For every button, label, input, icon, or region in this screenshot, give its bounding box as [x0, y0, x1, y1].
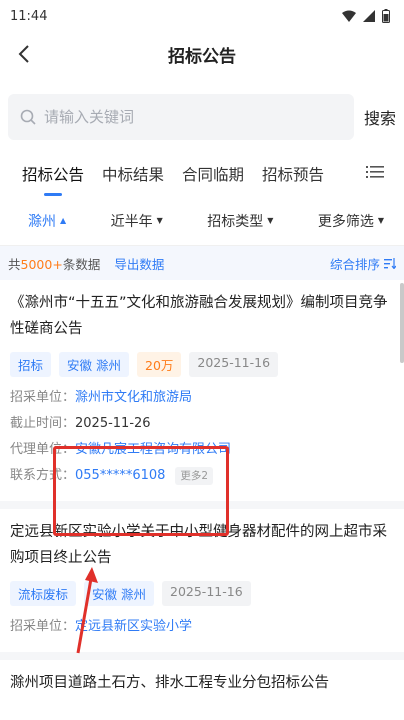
tab-tender-preview[interactable]: 招标预告 — [262, 152, 324, 196]
type-tag: 流标废标 — [10, 581, 77, 606]
tab-menu-button[interactable] — [366, 164, 384, 184]
tag-row: 流标废标 安徽 滁州 2025-11-16 — [10, 581, 396, 606]
budget-tag: 20万 — [137, 352, 182, 377]
search-box[interactable] — [8, 94, 354, 140]
date-tag: 2025-11-16 — [162, 581, 251, 606]
deadline-row: 截止时间： 2025-11-26 — [10, 416, 151, 431]
card-title: 定远县新区实验小学关于中小型健身器材配件的网上超市采购项目终止公告 — [10, 524, 387, 566]
status-time: 11:44 — [10, 8, 48, 24]
search-input[interactable] — [44, 108, 304, 126]
filter-bar: 滁州 ▲ 近半年 ▼ 招标类型 ▼ 更多筛选 ▼ — [0, 196, 404, 246]
filter-type[interactable]: 招标类型 ▼ — [207, 211, 273, 231]
export-data-button[interactable]: 导出数据 — [114, 254, 164, 273]
search-row: 搜索 — [0, 94, 404, 140]
search-button[interactable]: 搜索 — [364, 105, 396, 129]
card-title: 《滁州市“十五五”文化和旅游融合发展规划》编制项目竞争性磋商公告 — [10, 295, 388, 337]
status-bar: 11:44 — [0, 0, 404, 32]
battery-icon — [382, 9, 390, 23]
filter-more-label: 更多筛选 — [317, 213, 374, 230]
wifi-icon — [342, 10, 356, 22]
chevron-left-icon — [18, 45, 29, 63]
summary-bar: 共5000+条数据 导出数据 综合排序 — [0, 246, 404, 280]
purchaser-link[interactable]: 滁州市文化和旅游局 — [75, 385, 192, 411]
caret-down-icon: ▼ — [267, 215, 274, 225]
tag-row: 招标 安徽 滁州 20万 2025-11-16 — [10, 352, 396, 377]
purchaser-link[interactable]: 定远县新区实验小学 — [75, 614, 192, 640]
signal-icon — [363, 10, 375, 22]
agency-row: 代理单位： 安徽凡宸工程咨询有限公司 — [10, 437, 396, 463]
purchaser-row: 招采单位： 滁州市文化和旅游局 — [10, 385, 396, 411]
purchaser-row: 招采单位： 定远县新区实验小学 — [10, 614, 396, 640]
filter-region[interactable]: 滁州 ▲ — [28, 211, 66, 231]
back-button[interactable] — [10, 40, 38, 68]
sort-button[interactable]: 综合排序 — [330, 254, 396, 273]
sort-icon — [384, 257, 396, 269]
result-count: 共5000+条数据 — [8, 256, 101, 272]
menu-icon — [366, 166, 384, 178]
more-contacts-badge[interactable]: 更多2 — [175, 467, 214, 485]
filter-time-label: 近半年 — [110, 213, 153, 230]
status-icons — [342, 9, 390, 23]
tab-tender-notice[interactable]: 招标公告 — [22, 152, 84, 196]
list-item[interactable]: 定远县新区实验小学关于中小型健身器材配件的网上超市采购项目终止公告 流标废标 安… — [0, 509, 404, 660]
list-item[interactable]: 滁州项目道路土石方、排水工程专业分包招标公告 — [0, 660, 404, 708]
filter-time[interactable]: 近半年 ▼ — [111, 211, 163, 231]
page-title: 招标公告 — [168, 46, 236, 67]
region-tag: 安徽 滁州 — [84, 581, 154, 606]
region-tag: 安徽 滁州 — [59, 352, 129, 377]
search-icon — [20, 109, 36, 125]
contact-row: 联系方式： 055*****6108 更多2 — [10, 463, 396, 489]
nav-bar: 招标公告 — [0, 32, 404, 76]
filter-type-label: 招标类型 — [207, 213, 264, 230]
card-title: 滁州项目道路土石方、排水工程专业分包招标公告 — [10, 675, 329, 691]
tab-bar: 招标公告 中标结果 合同临期 招标预告 — [0, 152, 404, 196]
tab-contract-expiring[interactable]: 合同临期 — [182, 152, 244, 196]
sort-label: 综合排序 — [329, 256, 380, 272]
caret-down-icon: ▼ — [156, 215, 163, 225]
contact-phone-link[interactable]: 055*****6108 — [75, 463, 165, 489]
filter-region-label: 滁州 — [28, 213, 56, 230]
agency-link[interactable]: 安徽凡宸工程咨询有限公司 — [75, 437, 231, 463]
caret-up-icon: ▲ — [60, 215, 67, 225]
list-item[interactable]: 《滁州市“十五五”文化和旅游融合发展规划》编制项目竞争性磋商公告 招标 安徽 滁… — [0, 280, 404, 509]
type-tag: 招标 — [10, 352, 52, 377]
tab-award-result[interactable]: 中标结果 — [102, 152, 164, 196]
caret-down-icon: ▼ — [377, 215, 384, 225]
filter-more[interactable]: 更多筛选 ▼ — [318, 211, 384, 231]
scrollbar[interactable] — [400, 283, 404, 363]
date-tag: 2025-11-16 — [189, 352, 279, 377]
